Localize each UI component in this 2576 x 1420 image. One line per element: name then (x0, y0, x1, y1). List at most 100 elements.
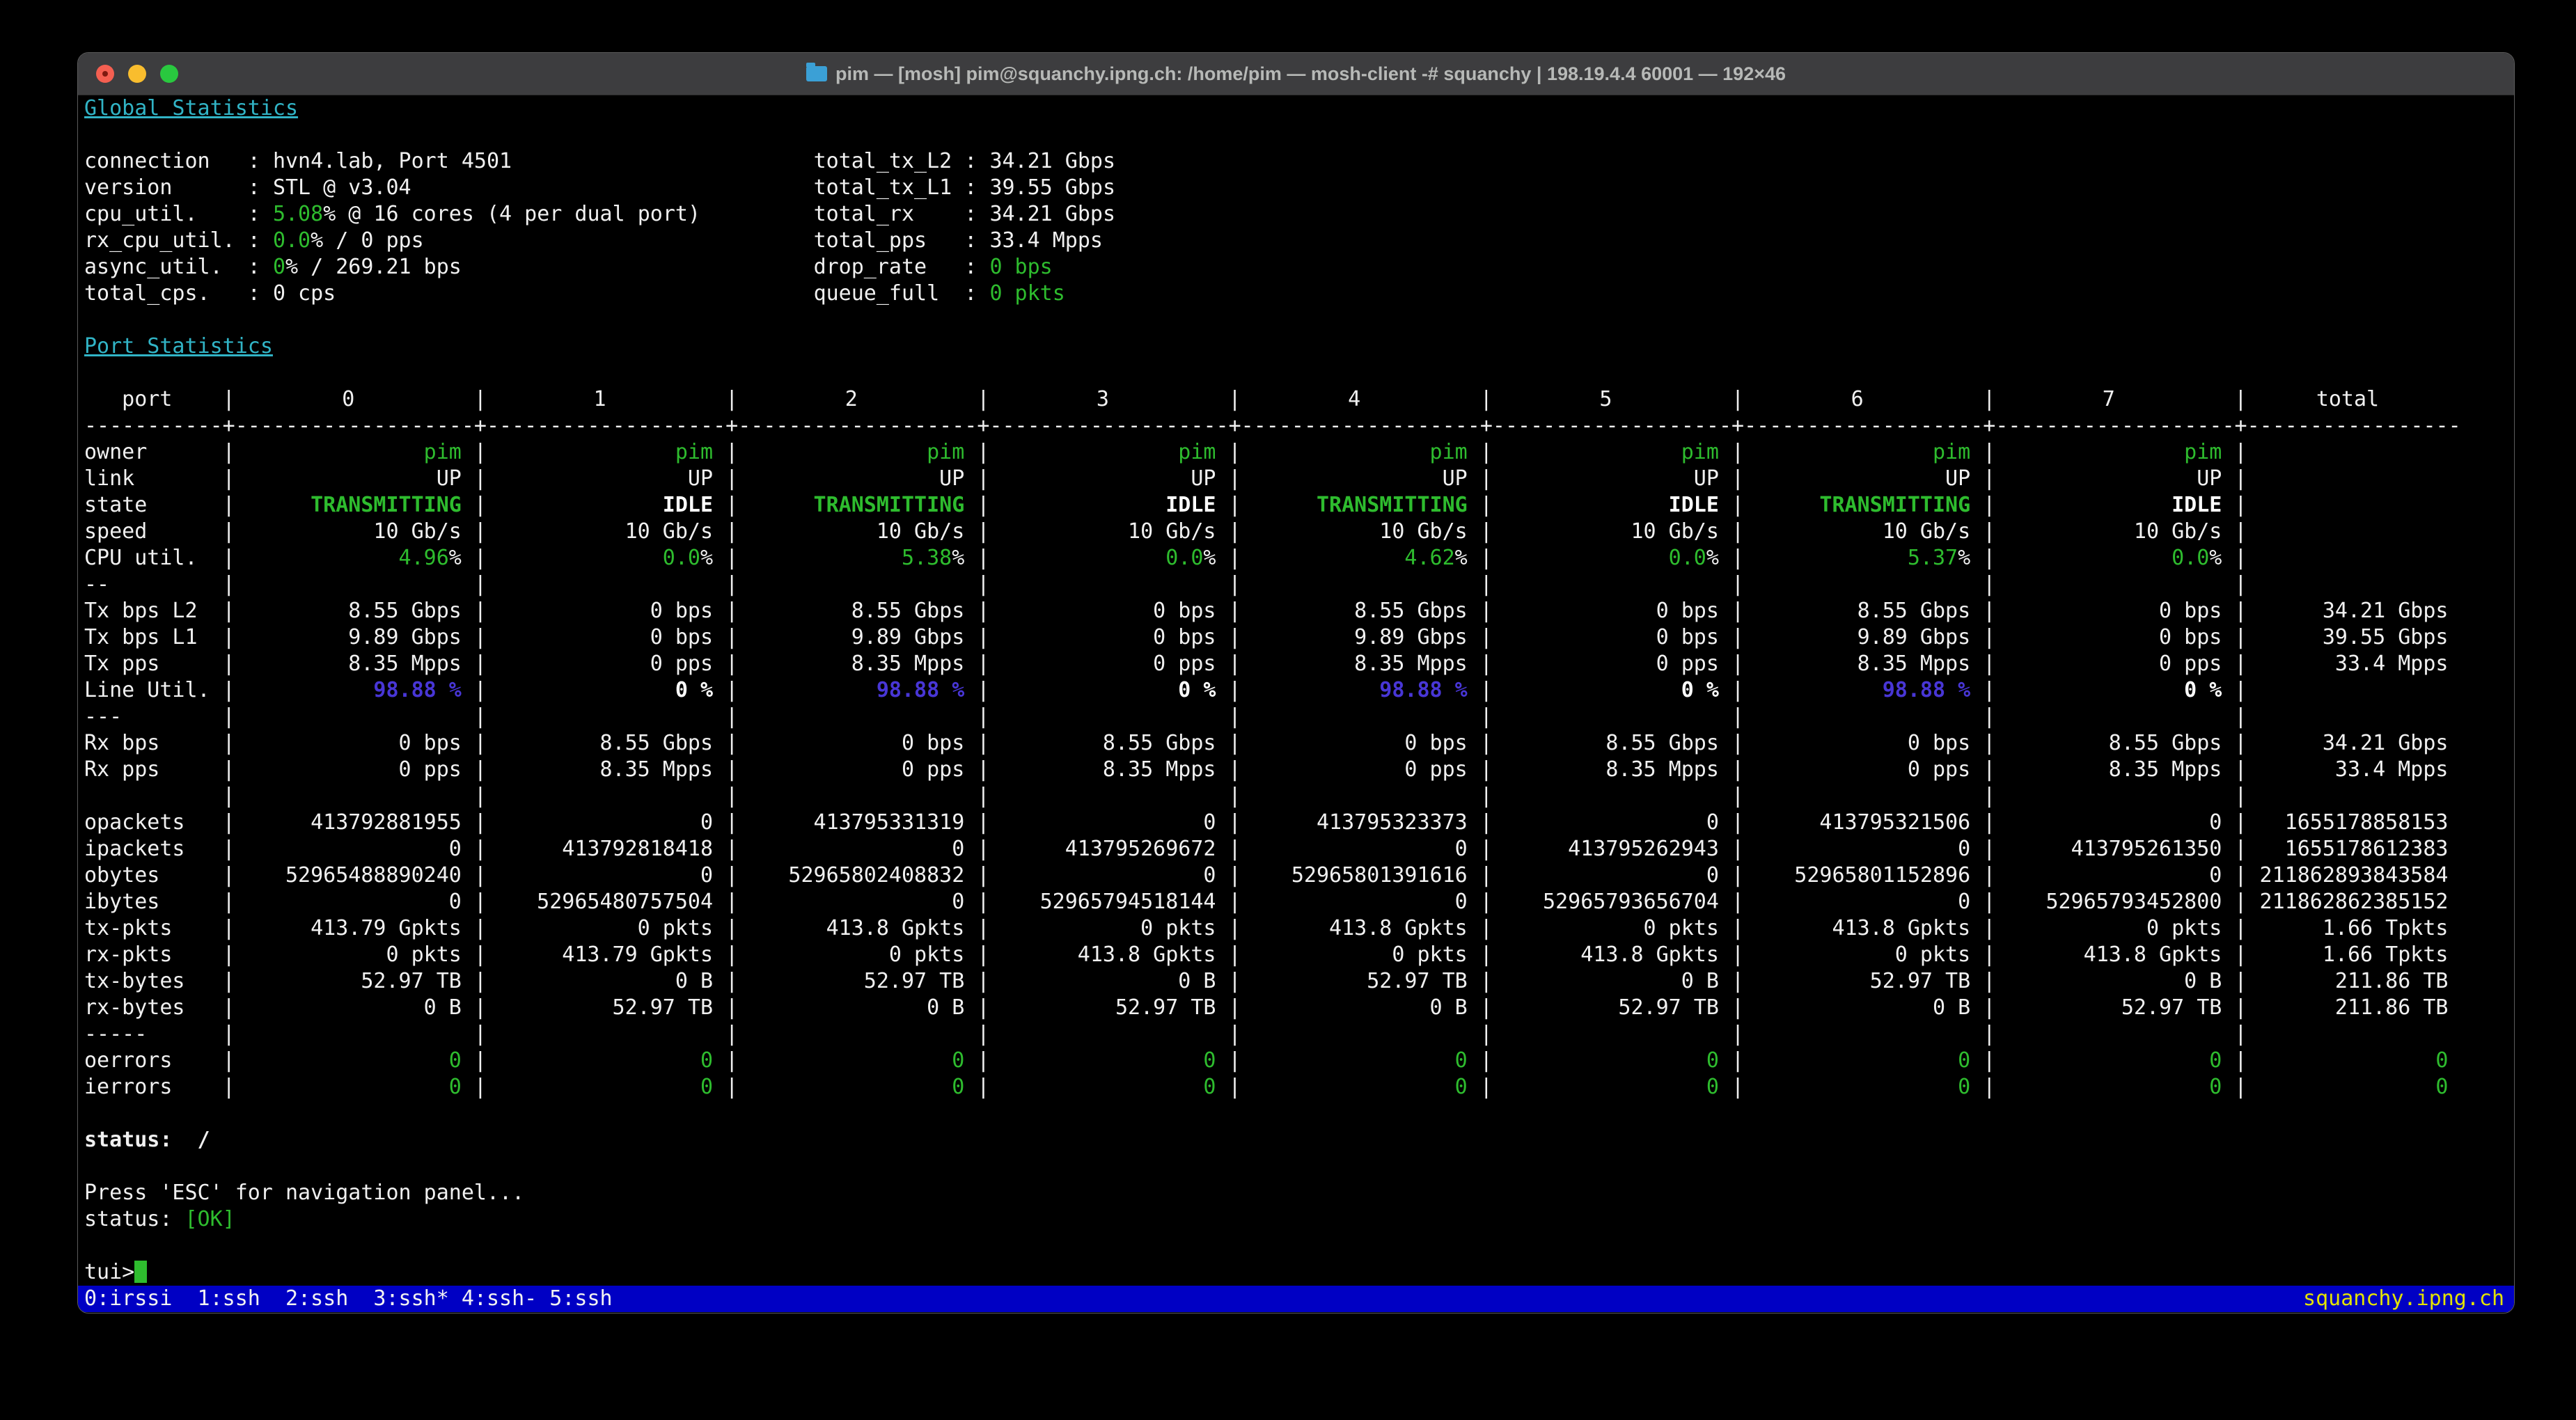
table-cell: 413.79 Gpkts (311, 916, 462, 940)
minimize-button[interactable] (128, 65, 146, 83)
table-cell: 0 B (927, 995, 965, 1020)
desktop: { "window": { "title": "pim — [mosh] pim… (0, 0, 2576, 1420)
table-cell: TRANSMITTING (311, 493, 462, 517)
table-cell: 413.8 Gpkts (1832, 916, 1971, 940)
table-cell: 52.97 TB (612, 995, 714, 1020)
port-table-row-rx-bytes: rx-bytes | 0 B | 52.97 TB | 0 B | 52.97 TB |… (84, 995, 2449, 1020)
table-cell: 52965801152896 (1794, 863, 1971, 888)
table-cell: 0 pps (1907, 757, 1971, 782)
table-cell: 8.35 Mpps (851, 652, 965, 676)
table-cell: 0 bps (650, 599, 714, 623)
table-cell: 52965488890240 (285, 863, 462, 888)
table-cell: 8.55 Gbps (851, 599, 965, 623)
table-cell: 0 (1958, 1048, 1971, 1073)
nav-hint-line: Press 'ESC' for navigation panel... (84, 1181, 525, 1205)
global-stats-heading: Global Statistics (84, 96, 299, 120)
status-spinner-line: status: / (84, 1127, 2514, 1153)
table-cell: 0 B (1429, 995, 1468, 1020)
command-prompt-line[interactable]: tui> (84, 1259, 2514, 1286)
port-table-row-speed: speed | 10 Gb/s | 10 Gb/s | 10 Gb/s | 10 Gb/… (84, 519, 2247, 544)
table-cell: TRANSMITTING (1819, 493, 1971, 517)
table-cell: 52965793656704 (1543, 890, 1719, 914)
table-cell: 0 (1454, 1048, 1468, 1073)
table-cell-total: 34.21 Gbps (2322, 599, 2449, 623)
table-cell-total: 33.4 Mpps (2334, 757, 2449, 782)
table-cell-total: 211.86 TB (2334, 969, 2449, 993)
port-table-row--: --- | | | | | | | | | (84, 704, 2247, 729)
table-cell: 0 % (1681, 678, 1719, 702)
table-cell: 0 bps (1656, 625, 1719, 649)
table-cell: 10 Gb/s (1379, 519, 1468, 544)
port-table-row-cpu-util-: CPU util. | 4.96% | 0.0% | 5.38% | 0.0% | 4.6… (84, 546, 2247, 570)
table-cell: 52.97 TB (1869, 969, 1971, 993)
table-cell: IDLE (662, 493, 714, 517)
text-cursor (134, 1260, 148, 1283)
port-table-row-line-util-: Line Util. | 98.88 % | 0 % | 98.88 % | 0 % |… (84, 678, 2247, 702)
port-table-row-ierrors: ierrors | 0 | 0 | 0 | 0 | 0 | 0 | 0 | 0 | 0 (84, 1075, 2449, 1099)
table-cell: IDLE (2171, 493, 2222, 517)
global-stat-line: async_util. : 0% / 269.21 bps drop_rate :… (84, 255, 1053, 279)
table-cell: 52.97 TB (1115, 995, 1216, 1020)
table-cell: 0 pkts (1392, 942, 1468, 967)
table-cell: 8.35 Mpps (348, 652, 462, 676)
table-cell: 0 (1454, 837, 1468, 861)
table-cell: UP (1945, 466, 1971, 491)
close-button[interactable] (96, 65, 114, 83)
table-cell-total: 39.55 Gbps (2322, 625, 2449, 649)
table-cell: 98.88 % (373, 678, 462, 702)
screen-hostname: squanchy.ipng.ch (2303, 1286, 2504, 1311)
table-cell: 8.35 Mpps (1102, 757, 1216, 782)
table-cell: UP (1442, 466, 1468, 491)
screen-status-bar: 0:irssi 1:ssh 2:ssh 3:ssh* 4:ssh- 5:ssh … (78, 1286, 2514, 1312)
table-cell: 413792818418 (562, 837, 714, 861)
table-cell: 5.38% (901, 546, 965, 570)
table-cell: 9.89 Gbps (851, 625, 965, 649)
table-cell: 0 (1203, 1075, 1216, 1099)
spinner: / (197, 1128, 210, 1152)
port-table-row-tx-bps-l2: Tx bps L2 | 8.55 Gbps | 0 bps | 8.55 Gbps |… (84, 599, 2449, 623)
table-cell-total: 1.66 Tpkts (2322, 942, 2449, 967)
table-cell: 9.89 Gbps (1354, 625, 1468, 649)
table-cell: 98.88 % (1882, 678, 1971, 702)
table-cell-total: 1655178858153 (2284, 810, 2449, 835)
table-cell: 0 pkts (386, 942, 462, 967)
table-cell: 0 (1203, 863, 1216, 888)
window-title-wrap: pim — [mosh] pim@squanchy.ipng.ch: /home… (806, 63, 1786, 85)
table-cell: 8.55 Gbps (1857, 599, 1971, 623)
table-cell: 0 bps (2159, 625, 2222, 649)
table-cell: 52.97 TB (1367, 969, 1468, 993)
port-stats-table: port | 0 | 1 | 2 | 3 | 4 | 5 | 6 | 7 | total -----… (84, 386, 2514, 1100)
table-cell: 0 (952, 1048, 965, 1073)
table-cell-total: 33.4 Mpps (2334, 652, 2449, 676)
table-cell: 8.55 Gbps (348, 599, 462, 623)
table-cell: 0 (1454, 1075, 1468, 1099)
table-cell: 5.37% (1907, 546, 1971, 570)
port-stats-heading: Port Statistics (84, 334, 273, 358)
title-bar[interactable]: pim — [mosh] pim@squanchy.ipng.ch: /home… (78, 53, 2514, 95)
table-cell: 0 (700, 1048, 714, 1073)
port-table-row-blank: | | | | | | | | | (210, 784, 2247, 808)
table-cell: 0 (700, 810, 714, 835)
table-cell: 0 (952, 837, 965, 861)
table-cell-total: 0 (2435, 1075, 2449, 1099)
table-cell: 8.35 Mpps (1857, 652, 1971, 676)
table-cell: UP (2197, 466, 2222, 491)
table-cell: 0 pps (2159, 652, 2222, 676)
terminal-body[interactable]: Global Statistics connection : hvn4.lab,… (78, 95, 2514, 1312)
table-cell: 0 (952, 890, 965, 914)
zoom-button[interactable] (160, 65, 178, 83)
table-cell: 8.35 Mpps (1354, 652, 1468, 676)
table-cell: 52.97 TB (361, 969, 462, 993)
port-table-row-oerrors: oerrors | 0 | 0 | 0 | 0 | 0 | 0 | 0 | 0 | 0 (84, 1048, 2449, 1073)
port-table-row--: -- | | | | | | | | | (84, 572, 2247, 597)
table-cell: 413.8 Gpkts (2083, 942, 2222, 967)
port-table-divider: -----------+-------------------+--------… (84, 413, 2461, 438)
table-cell: pim (2184, 440, 2222, 464)
terminal-window: pim — [mosh] pim@squanchy.ipng.ch: /home… (77, 52, 2515, 1314)
table-cell: UP (939, 466, 965, 491)
port-table-row-rx-pps: Rx pps | 0 pps | 8.35 Mpps | 0 pps | 8.35 Mp… (84, 757, 2449, 782)
table-cell: 10 Gb/s (876, 519, 965, 544)
table-cell: 0 bps (2159, 599, 2222, 623)
table-cell: 0 (448, 890, 462, 914)
